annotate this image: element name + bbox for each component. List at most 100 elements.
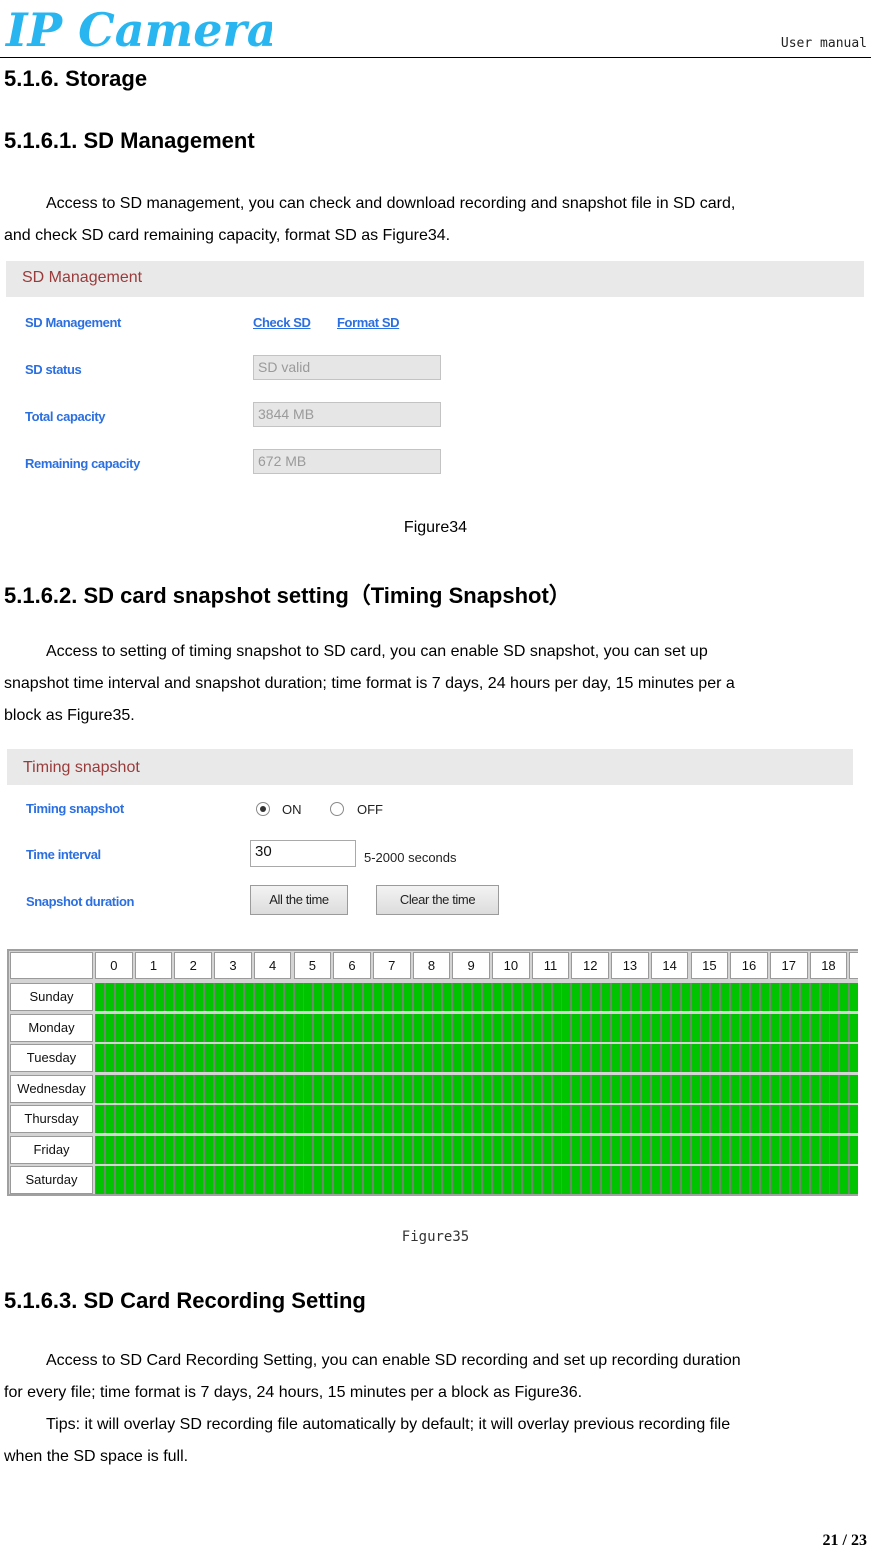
time-block[interactable] [313, 1166, 324, 1194]
time-block[interactable] [224, 1074, 235, 1103]
time-block[interactable] [462, 1044, 473, 1072]
time-block[interactable] [253, 1166, 264, 1194]
time-block[interactable] [124, 1074, 135, 1103]
time-block[interactable] [95, 1013, 105, 1042]
time-block[interactable] [283, 1013, 294, 1042]
time-block[interactable] [164, 1044, 175, 1072]
time-block[interactable] [204, 1013, 215, 1042]
time-block[interactable] [561, 1166, 572, 1194]
time-block[interactable] [779, 1105, 790, 1133]
time-block[interactable] [283, 1135, 294, 1164]
time-block[interactable] [462, 1013, 473, 1042]
time-block[interactable] [323, 1044, 334, 1072]
time-block[interactable] [283, 1044, 294, 1072]
time-block[interactable] [759, 1135, 770, 1164]
time-block[interactable] [452, 1074, 463, 1103]
time-block[interactable] [839, 1105, 850, 1133]
time-block[interactable] [839, 1166, 850, 1194]
time-block[interactable] [541, 1105, 552, 1133]
time-block[interactable] [551, 983, 562, 1011]
time-block[interactable] [621, 1044, 632, 1072]
day-row-label[interactable]: Sunday [10, 983, 93, 1011]
time-block[interactable] [214, 1166, 225, 1194]
time-block[interactable] [660, 983, 671, 1011]
time-block[interactable] [184, 1074, 195, 1103]
time-block[interactable] [541, 1013, 552, 1042]
time-block[interactable] [849, 983, 858, 1011]
time-block[interactable] [382, 1105, 393, 1133]
time-block[interactable] [263, 1105, 274, 1133]
time-block[interactable] [541, 1044, 552, 1072]
day-row-label[interactable]: Friday [10, 1135, 93, 1164]
time-block[interactable] [95, 1074, 105, 1103]
time-block[interactable] [144, 1105, 155, 1133]
time-block[interactable] [591, 1135, 602, 1164]
time-block[interactable] [730, 983, 741, 1011]
all-the-time-button[interactable]: All the time [250, 885, 348, 915]
time-block[interactable] [799, 1135, 810, 1164]
time-block[interactable] [769, 983, 780, 1011]
time-block[interactable] [640, 1074, 651, 1103]
time-block[interactable] [779, 983, 790, 1011]
time-block[interactable] [660, 1074, 671, 1103]
time-block[interactable] [501, 1105, 512, 1133]
time-block[interactable] [263, 1166, 274, 1194]
time-block[interactable] [670, 983, 681, 1011]
hour-header-cell[interactable]: 14 [650, 952, 689, 979]
time-block[interactable] [819, 1166, 830, 1194]
time-block[interactable] [194, 1074, 205, 1103]
time-block[interactable] [154, 1013, 165, 1042]
time-block[interactable] [650, 1166, 661, 1194]
time-block[interactable] [511, 1166, 522, 1194]
time-block[interactable] [362, 1044, 373, 1072]
time-block[interactable] [492, 1074, 502, 1103]
time-block[interactable] [720, 1074, 731, 1103]
time-block[interactable] [611, 983, 622, 1011]
time-block[interactable] [164, 1105, 175, 1133]
time-block[interactable] [442, 1135, 453, 1164]
time-block[interactable] [372, 1013, 383, 1042]
time-block[interactable] [273, 1074, 284, 1103]
time-block[interactable] [799, 983, 810, 1011]
time-block[interactable] [452, 983, 463, 1011]
time-block[interactable] [343, 1135, 354, 1164]
time-block[interactable] [204, 1074, 215, 1103]
time-block[interactable] [184, 1105, 195, 1133]
time-block[interactable] [710, 1135, 721, 1164]
hour-header-cell[interactable]: 12 [571, 952, 610, 979]
time-block[interactable] [720, 1013, 731, 1042]
time-block[interactable] [521, 1166, 532, 1194]
time-block[interactable] [243, 1044, 254, 1072]
time-block[interactable] [561, 983, 572, 1011]
time-block[interactable] [472, 1074, 483, 1103]
time-block[interactable] [789, 1074, 800, 1103]
time-block[interactable] [392, 1013, 403, 1042]
time-block[interactable] [680, 1074, 691, 1103]
time-block[interactable] [194, 1044, 205, 1072]
time-block[interactable] [273, 1013, 284, 1042]
time-block[interactable] [204, 983, 215, 1011]
time-block[interactable] [482, 1105, 493, 1133]
time-block[interactable] [482, 983, 493, 1011]
time-block[interactable] [611, 1013, 622, 1042]
time-block[interactable] [571, 1105, 582, 1133]
time-block[interactable] [759, 1105, 770, 1133]
hour-header-cell[interactable]: 17 [769, 952, 808, 979]
time-block[interactable] [541, 1166, 552, 1194]
hour-header-cell[interactable]: 15 [690, 952, 729, 979]
time-block[interactable] [730, 1013, 741, 1042]
time-block[interactable] [759, 1044, 770, 1072]
time-block[interactable] [829, 1044, 840, 1072]
hour-header-cell[interactable]: 8 [412, 952, 451, 979]
time-block[interactable] [670, 1166, 681, 1194]
time-block[interactable] [204, 1166, 215, 1194]
time-block[interactable] [313, 983, 324, 1011]
time-block[interactable] [144, 1013, 155, 1042]
time-block[interactable] [124, 1105, 135, 1133]
time-block[interactable] [442, 1013, 453, 1042]
time-block[interactable] [591, 983, 602, 1011]
time-block[interactable] [501, 1044, 512, 1072]
time-block[interactable] [452, 1013, 463, 1042]
time-block[interactable] [809, 1013, 820, 1042]
time-block[interactable] [581, 1044, 592, 1072]
